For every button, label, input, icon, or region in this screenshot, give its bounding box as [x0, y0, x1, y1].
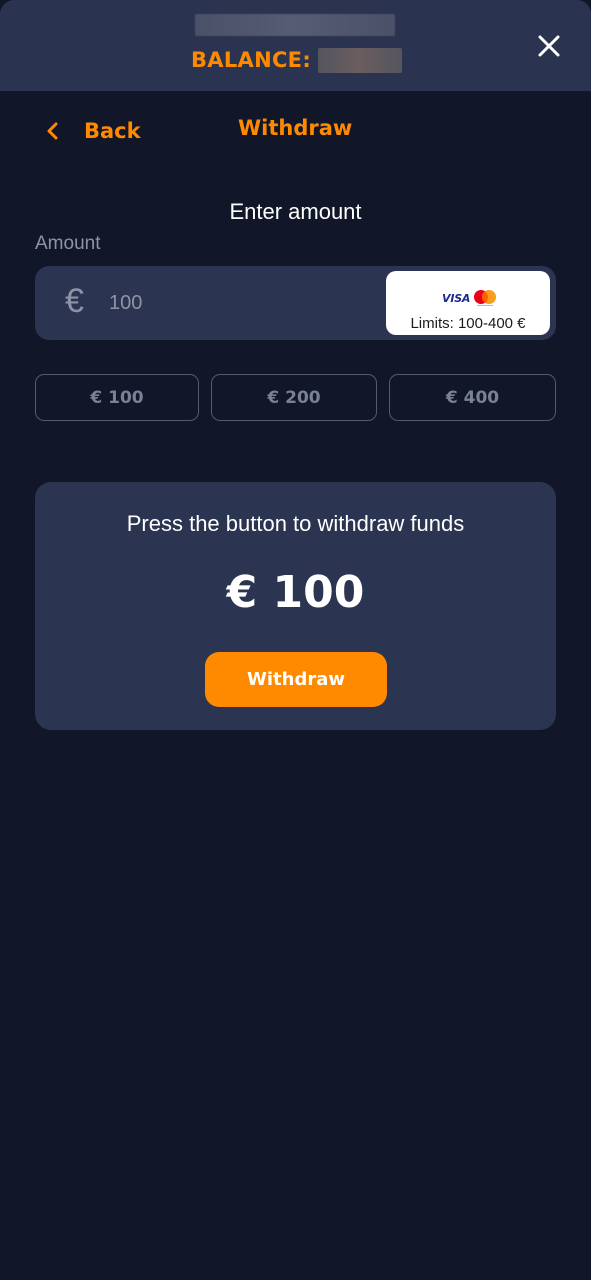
amount-input[interactable] [109, 286, 369, 320]
withdraw-screen: BALANCE: Back Withdraw Enter amount Amou… [0, 0, 591, 1280]
page-title: Withdraw [238, 116, 353, 140]
withdraw-button[interactable]: Withdraw [205, 652, 387, 707]
close-button[interactable] [534, 31, 564, 61]
redacted-balance [318, 48, 402, 73]
back-label: Back [84, 119, 141, 143]
redacted-username [195, 14, 395, 36]
amount-label: Amount [35, 233, 101, 254]
header-bar: BALANCE: [0, 0, 591, 91]
mastercard-icon [474, 290, 496, 306]
payment-method-selector[interactable]: VISA Limits: 100-400 € [386, 271, 550, 335]
amount-field: € VISA Limits: 100-400 € [35, 266, 556, 340]
chevron-left-icon [47, 122, 58, 140]
preset-amount-200[interactable]: € 200 [211, 374, 377, 421]
enter-amount-heading: Enter amount [229, 199, 362, 224]
withdraw-prompt: Press the button to withdraw funds [126, 511, 465, 536]
withdraw-summary-card: Press the button to withdraw funds € 100… [35, 482, 556, 730]
preset-amount-100[interactable]: € 100 [35, 374, 199, 421]
balance-label: BALANCE: [191, 48, 312, 72]
withdraw-amount: € 100 [226, 567, 365, 618]
limits-text: Limits: 100-400 € [410, 315, 526, 332]
currency-symbol: € [65, 282, 84, 320]
preset-amount-400[interactable]: € 400 [389, 374, 556, 421]
close-icon [538, 35, 560, 57]
visa-logo: VISA [442, 292, 471, 305]
back-button[interactable]: Back [44, 114, 141, 148]
